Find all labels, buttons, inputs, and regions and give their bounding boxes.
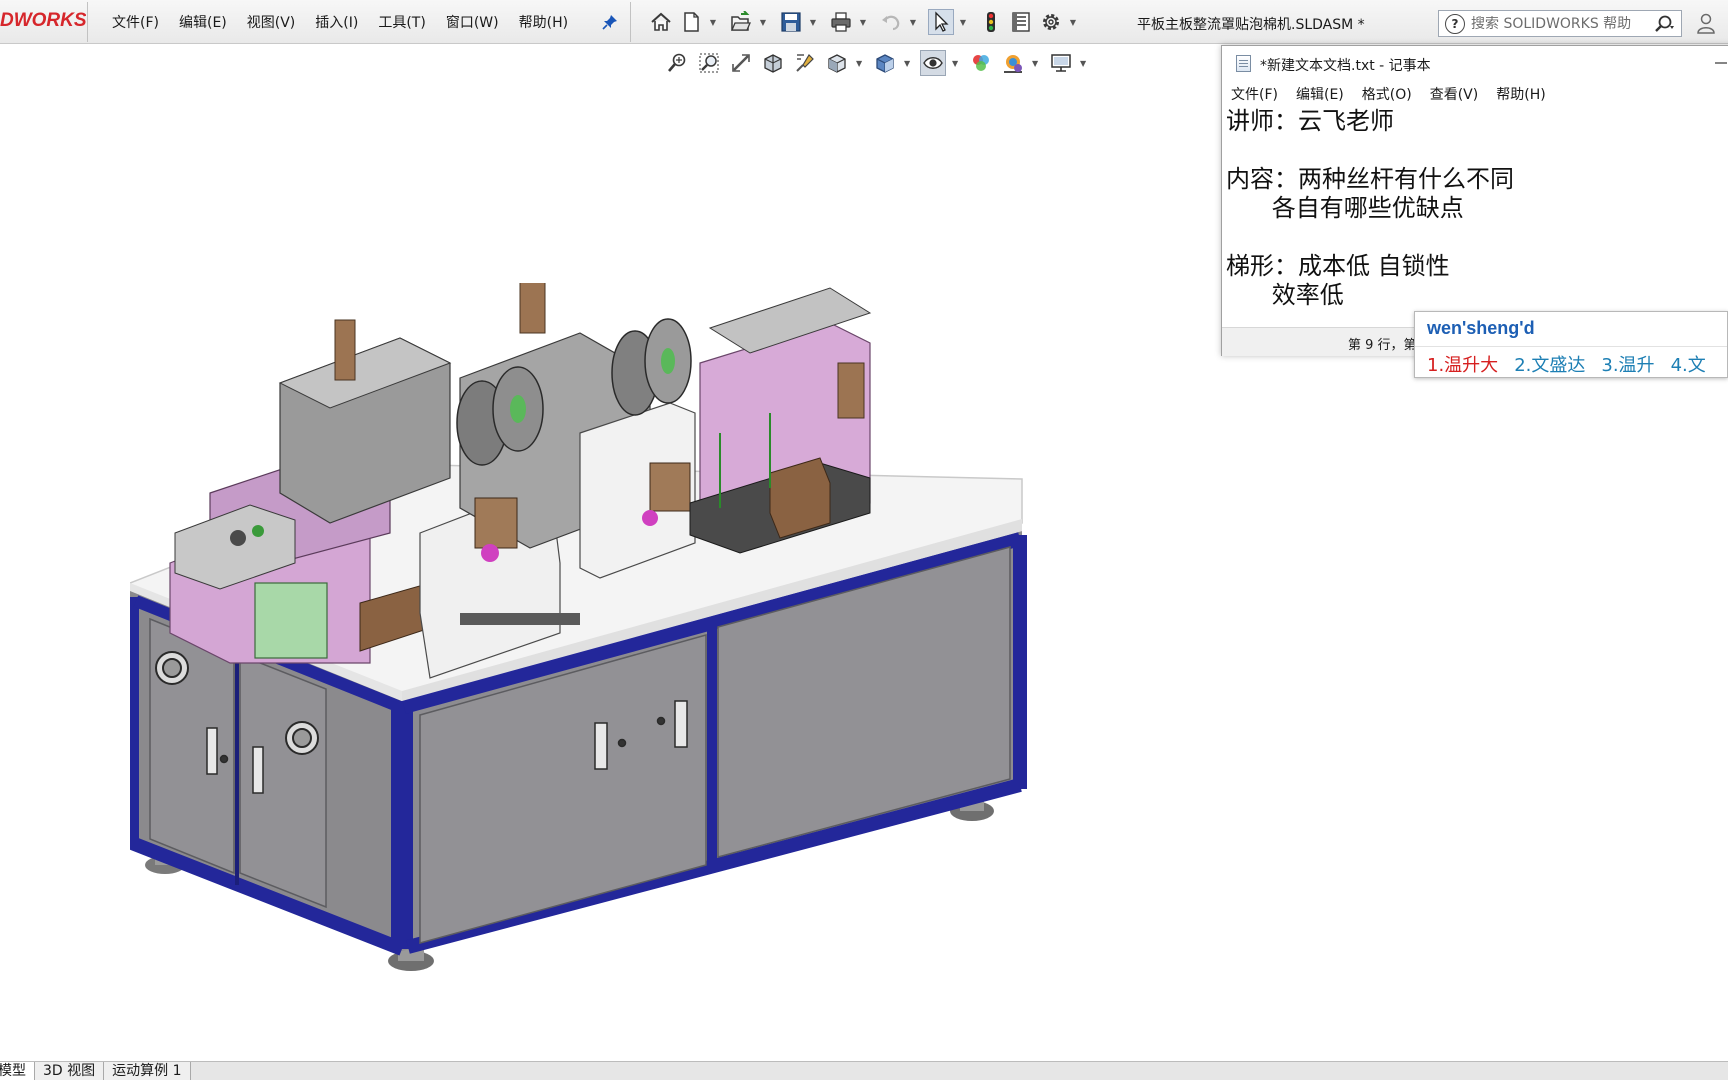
ime-candidate-3[interactable]: 3.温升 (1601, 351, 1654, 377)
document-title: 平板主板整流罩贴泡棉机.SLDASM * (1137, 17, 1365, 33)
new-document-icon[interactable] (678, 9, 704, 35)
save-icon[interactable] (778, 9, 804, 35)
select-arrow-icon[interactable] (928, 9, 954, 35)
quick-access-toolbar: ▼ ▼ ▼ ▼ ▼ ▼ ▼ (648, 8, 1088, 36)
home-icon[interactable] (648, 9, 674, 35)
undo-dropdown-icon[interactable]: ▼ (908, 9, 918, 35)
notepad-window[interactable]: *新建文本文档.txt - 记事本 文件(F) 编辑(E) 格式(O) 查看(V… (1221, 45, 1728, 357)
notepad-menu-bar: 文件(F) 编辑(E) 格式(O) 查看(V) 帮助(H) (1222, 81, 1728, 107)
open-icon[interactable] (728, 9, 754, 35)
machine-3d-model[interactable] (130, 283, 1030, 1073)
right-output-module (689, 287, 872, 554)
separator (1415, 346, 1727, 347)
text-line: 内容：两种丝杆有什么不同 (1226, 165, 1514, 193)
ime-candidate-1[interactable]: 1.温升大 (1427, 351, 1498, 377)
help-search-box: ? (1438, 10, 1682, 37)
notepad-title-bar[interactable]: *新建文本文档.txt - 记事本 (1222, 46, 1728, 81)
solidworks-logo[interactable]: DWORKS (0, 10, 86, 32)
notepad-menu-format[interactable]: 格式(O) (1362, 84, 1412, 104)
text-line (1226, 136, 1728, 165)
menu-tools[interactable]: 工具(T) (378, 12, 425, 34)
help-question-icon[interactable]: ? (1445, 13, 1465, 34)
tab-model[interactable]: 模型 (0, 1062, 35, 1080)
tab-motion-study-1[interactable]: 运动算例 1 (104, 1062, 191, 1080)
open-dropdown-icon[interactable]: ▼ (758, 9, 768, 35)
ime-composition-text: wen'sheng'd (1427, 318, 1535, 338)
menu-view[interactable]: 视图(V) (247, 12, 296, 34)
text-line (1226, 223, 1728, 252)
bottom-tab-bar: 模型 3D 视图 运动算例 1 (0, 1061, 1728, 1080)
ime-candidate-window[interactable]: wen'sheng'd 1.温升大 2.文盛达 3.温升 4.文 (1414, 311, 1728, 378)
pin-menu-icon[interactable] (602, 14, 618, 30)
ime-candidate-2[interactable]: 2.文盛达 (1514, 351, 1585, 377)
notepad-app-icon (1236, 55, 1251, 72)
ime-candidate-4[interactable]: 4.文 (1671, 351, 1706, 377)
menu-edit[interactable]: 编辑(E) (179, 12, 227, 34)
menu-insert[interactable]: 插入(I) (315, 12, 358, 34)
solidworks-title-bar: DWORKS 文件(F) 编辑(E) 视图(V) 插入(I) 工具(T) 窗口(… (0, 0, 1728, 44)
text-line: 讲师：云飞老师 (1226, 107, 1394, 135)
new-dropdown-icon[interactable]: ▼ (708, 9, 718, 35)
print-dropdown-icon[interactable]: ▼ (858, 9, 868, 35)
print-icon[interactable] (828, 9, 854, 35)
menu-file[interactable]: 文件(F) (112, 12, 159, 34)
ime-candidate-list: 1.温升大 2.文盛达 3.温升 4.文 (1427, 351, 1722, 377)
text-line: 梯形：成本低 自锁性 (1226, 252, 1450, 280)
notepad-menu-view[interactable]: 查看(V) (1430, 84, 1479, 104)
user-account-icon[interactable] (1695, 12, 1717, 34)
notepad-menu-file[interactable]: 文件(F) (1231, 84, 1278, 104)
select-dropdown-icon[interactable]: ▼ (958, 9, 968, 35)
solidworks-menu-bar: 文件(F) 编辑(E) 视图(V) 插入(I) 工具(T) 窗口(W) 帮助(H… (112, 12, 588, 34)
notepad-menu-edit[interactable]: 编辑(E) (1296, 84, 1344, 104)
left-feeding-module (169, 319, 452, 664)
text-line: 各自有哪些优缺点 (1226, 194, 1464, 222)
menu-help[interactable]: 帮助(H) (519, 12, 568, 34)
screen: DWORKS 文件(F) 编辑(E) 视图(V) 插入(I) 工具(T) 窗口(… (0, 0, 1728, 1080)
notepad-title: *新建文本文档.txt - 记事本 (1260, 58, 1431, 74)
options-gear-icon[interactable] (1038, 9, 1064, 35)
notepad-text-area[interactable]: 讲师：云飞老师 内容：两种丝杆有什么不同 各自有哪些优缺点 梯形：成本低 自锁性… (1222, 107, 1728, 357)
separator (87, 2, 88, 42)
options-dropdown-icon[interactable]: ▼ (1068, 9, 1078, 35)
text-line: 效率低 (1226, 281, 1352, 309)
search-icon[interactable] (1653, 14, 1675, 34)
separator (630, 2, 631, 42)
tab-3d-views[interactable]: 3D 视图 (35, 1062, 105, 1080)
cursor-position-status: 第 9 行，第 (1348, 338, 1417, 353)
save-dropdown-icon[interactable]: ▼ (808, 9, 818, 35)
menu-window[interactable]: 窗口(W) (446, 12, 499, 34)
file-properties-icon[interactable] (1008, 9, 1034, 35)
minimize-icon[interactable] (1711, 53, 1728, 73)
notepad-menu-help[interactable]: 帮助(H) (1496, 84, 1545, 104)
help-search-input[interactable] (1471, 15, 1641, 32)
undo-icon[interactable] (878, 9, 904, 35)
traffic-light-icon[interactable] (978, 9, 1004, 35)
